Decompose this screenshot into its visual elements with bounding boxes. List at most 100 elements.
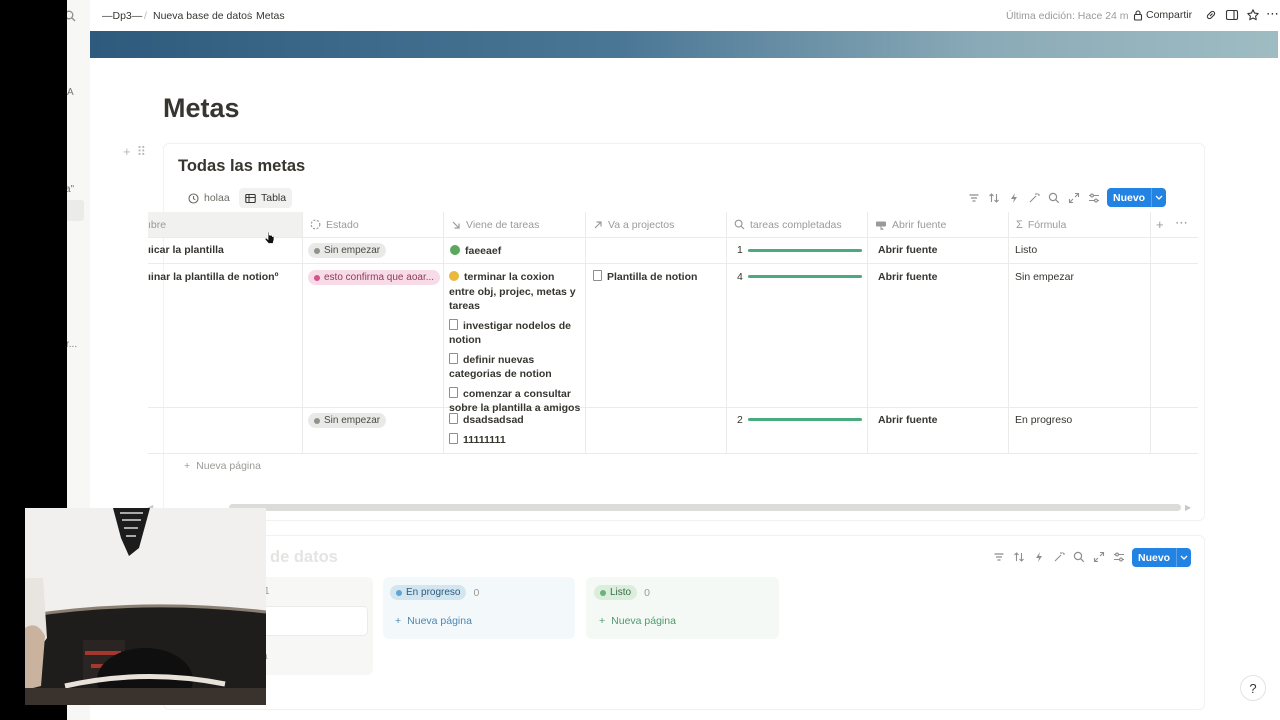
relation-item[interactable]: Plantilla de notion	[607, 271, 697, 283]
sort-icon[interactable]	[1013, 551, 1025, 563]
column-header-viene-de-tareas[interactable]: Viene de tareas	[443, 212, 539, 237]
magic-icon[interactable]	[1028, 192, 1040, 204]
new-page-button[interactable]: + Nueva página	[184, 460, 261, 472]
chevron-down-icon[interactable]	[1176, 548, 1192, 567]
abrir-fuente-button[interactable]: Abrir fuente	[878, 244, 938, 256]
sidebar-toggle-icon[interactable]	[1225, 8, 1239, 22]
breadcrumb-separator: /	[144, 10, 147, 22]
relation-item[interactable]: 11111111	[463, 434, 506, 446]
breadcrumb-database[interactable]: Nueva base de datos	[153, 10, 252, 22]
row-name[interactable]: ıinar la plantilla de notionº	[148, 271, 278, 283]
sidebar-fragment: r...	[67, 339, 78, 350]
relation-item[interactable]: terminar la coxion entre obj, projec, me…	[449, 271, 576, 312]
column-header-name[interactable]: ıbre	[148, 212, 302, 237]
relation-item[interactable]: faeeaef	[465, 245, 501, 257]
add-column-icon[interactable]: +	[1156, 217, 1164, 232]
sigma-icon: Σ	[1016, 218, 1023, 231]
table-icon	[245, 193, 256, 203]
automation-icon[interactable]	[1033, 551, 1045, 563]
row-name[interactable]: ıicar la plantilla	[148, 244, 224, 256]
completed-count: 1	[737, 244, 743, 256]
chevron-down-icon[interactable]	[1151, 188, 1167, 207]
status-badge[interactable]: Sin empezar	[308, 243, 387, 258]
horizontal-scrollbar[interactable]	[229, 504, 1181, 511]
column-header-tareas-completadas[interactable]: tareas completadas	[726, 212, 842, 237]
column-header-en-progreso[interactable]: En progreso 0	[390, 585, 479, 600]
automation-icon[interactable]	[1008, 192, 1020, 204]
sidebar-item-active[interactable]	[67, 200, 84, 221]
magic-icon[interactable]	[1053, 551, 1065, 563]
status-label: Sin empezar	[324, 245, 381, 256]
settings-sliders-icon[interactable]	[1113, 551, 1125, 563]
search-icon[interactable]	[1073, 551, 1085, 563]
column-header-formula[interactable]: Σ Fórmula	[1008, 212, 1066, 237]
database-title[interactable]: Todas las metas	[178, 157, 305, 176]
column-header-listo[interactable]: Listo 0	[594, 585, 650, 600]
scroll-right-icon[interactable]: ▶	[1185, 503, 1191, 512]
share-button[interactable]: Compartir	[1133, 9, 1192, 21]
progress-fill	[748, 275, 862, 278]
table: ıbre Estado Viene de tareas Va a project…	[148, 212, 1198, 454]
column-header-va-a-projectos[interactable]: Va a projectos	[585, 212, 674, 237]
new-button-label[interactable]: Nuevo	[1132, 548, 1177, 567]
search-icon[interactable]	[1048, 192, 1060, 204]
completed-count: 4	[737, 271, 743, 283]
progress-fill	[748, 249, 862, 252]
button-icon	[876, 221, 886, 230]
breadcrumb-page[interactable]: Metas	[256, 10, 285, 22]
progress-fill	[748, 418, 862, 421]
column-header-abrir-fuente[interactable]: Abrir fuente	[867, 212, 946, 237]
column-header-estado[interactable]: Estado	[302, 212, 359, 237]
relation-tareas[interactable]: faeeaef	[450, 244, 582, 259]
new-page-button[interactable]: + Nueva página	[599, 615, 676, 627]
relation-projectos[interactable]: Plantilla de notion	[593, 270, 723, 285]
add-block-icon[interactable]: +	[123, 144, 131, 160]
arrow-up-right-icon	[594, 220, 602, 228]
expand-icon[interactable]	[1093, 551, 1105, 563]
board-title[interactable]: de datos	[270, 548, 338, 567]
abrir-fuente-button[interactable]: Abrir fuente	[878, 271, 938, 283]
filter-icon[interactable]	[993, 551, 1005, 563]
share-label: Compartir	[1146, 9, 1193, 21]
more-icon[interactable]: ⋯	[1175, 215, 1188, 231]
pointer-cursor-icon	[265, 231, 275, 244]
tab-label: Tabla	[261, 192, 287, 204]
filter-icon[interactable]	[968, 192, 980, 204]
search-icon	[734, 219, 745, 230]
relation-item[interactable]: comenzar a consultar sobre la plantilla …	[449, 388, 580, 415]
more-icon[interactable]: ⋯	[1266, 6, 1280, 21]
relation-item[interactable]: dsadsadsad	[463, 414, 524, 426]
abrir-fuente-button[interactable]: Abrir fuente	[878, 414, 938, 426]
relation-item[interactable]: definir nuevas categorias de notion	[449, 354, 552, 381]
page-cover[interactable]	[90, 31, 1278, 58]
tab-holaa[interactable]: holaa	[182, 188, 236, 208]
relation-tareas[interactable]: dsadsadsad 11111111	[449, 413, 583, 447]
new-button-label[interactable]: Nuevo	[1107, 188, 1152, 207]
link-icon[interactable]	[1204, 8, 1218, 22]
status-badge[interactable]: esto confirma que aoar...	[308, 270, 441, 285]
board-new-button[interactable]: Nuevo	[1132, 548, 1192, 567]
new-button[interactable]: Nuevo	[1107, 188, 1167, 207]
star-icon[interactable]	[1246, 8, 1260, 22]
tab-tabla[interactable]: Tabla	[239, 188, 293, 208]
relation-item[interactable]: investigar nodelos de notion	[449, 320, 571, 347]
help-button[interactable]: ?	[1240, 675, 1266, 701]
last-edited: Última edición: Hace 24 m	[1006, 10, 1129, 22]
settings-sliders-icon[interactable]	[1088, 192, 1100, 204]
new-page-button[interactable]: + Nueva página	[395, 615, 472, 627]
search-icon[interactable]	[67, 10, 76, 22]
block-handle[interactable]: + ⠿	[123, 144, 146, 160]
formula-value: Sin empezar	[1015, 271, 1074, 283]
relation-tareas[interactable]: terminar la coxion entre obj, projec, me…	[449, 270, 583, 416]
sort-icon[interactable]	[988, 192, 1000, 204]
document-icon	[449, 432, 458, 444]
column-label: Viene de tareas	[466, 218, 540, 231]
drag-handle-icon[interactable]: ⠿	[137, 144, 147, 160]
document-icon	[449, 413, 458, 424]
page-title[interactable]: Metas	[163, 93, 240, 124]
status-badge[interactable]: Sin empezar	[308, 413, 387, 428]
expand-icon[interactable]	[1068, 192, 1080, 204]
document-icon	[593, 270, 602, 281]
breadcrumb-workspace[interactable]: —Dp3—	[102, 10, 142, 22]
document-icon	[449, 318, 458, 330]
